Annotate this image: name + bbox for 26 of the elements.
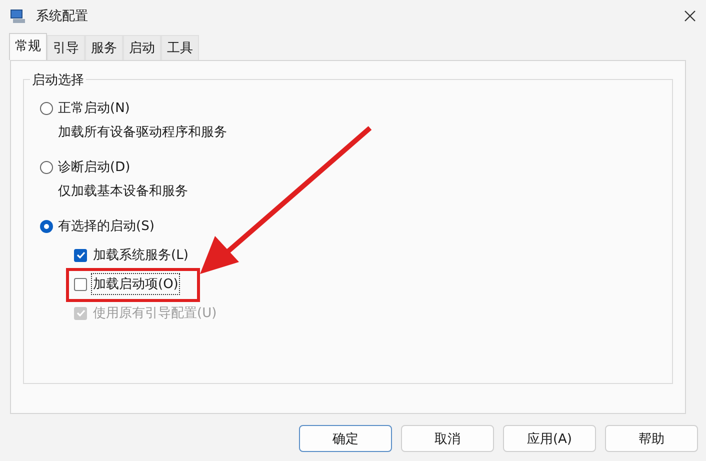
checkbox-label: 加载启动项(O) xyxy=(91,273,180,295)
option-description: 仅加载基本设备和服务 xyxy=(57,183,189,200)
tab[interactable]: 服务 xyxy=(85,35,123,60)
window-title: 系统配置 xyxy=(36,8,89,25)
group-title: 启动选择 xyxy=(30,71,86,89)
close-icon[interactable] xyxy=(684,10,696,22)
radio-label: 诊断启动(D) xyxy=(58,159,130,176)
checkbox-label: 使用原有引导配置(U) xyxy=(92,305,218,323)
dialog-button[interactable]: 确定 xyxy=(299,425,392,452)
dialog-button[interactable]: 应用(A) xyxy=(503,425,596,452)
tab[interactable]: 常规 xyxy=(9,33,47,60)
radio-label: 有选择的启动(S) xyxy=(58,218,154,235)
dialog-button[interactable]: 取消 xyxy=(401,425,494,452)
option-description: 加载所有设备驱动程序和服务 xyxy=(57,124,228,141)
radio-label: 正常启动(N) xyxy=(58,100,130,117)
checkbox[interactable] xyxy=(74,278,87,290)
checkbox[interactable] xyxy=(74,248,87,262)
computer-icon xyxy=(10,8,26,24)
dialog-button[interactable]: 帮助 xyxy=(605,425,698,452)
tab[interactable]: 引导 xyxy=(47,35,85,60)
radio-button[interactable] xyxy=(40,220,53,232)
tab[interactable]: 工具 xyxy=(161,35,199,60)
tab[interactable]: 启动 xyxy=(123,35,161,60)
checkbox-label: 加载系统服务(L) xyxy=(92,247,190,265)
radio-button[interactable] xyxy=(40,160,53,174)
radio-button[interactable] xyxy=(40,102,53,114)
